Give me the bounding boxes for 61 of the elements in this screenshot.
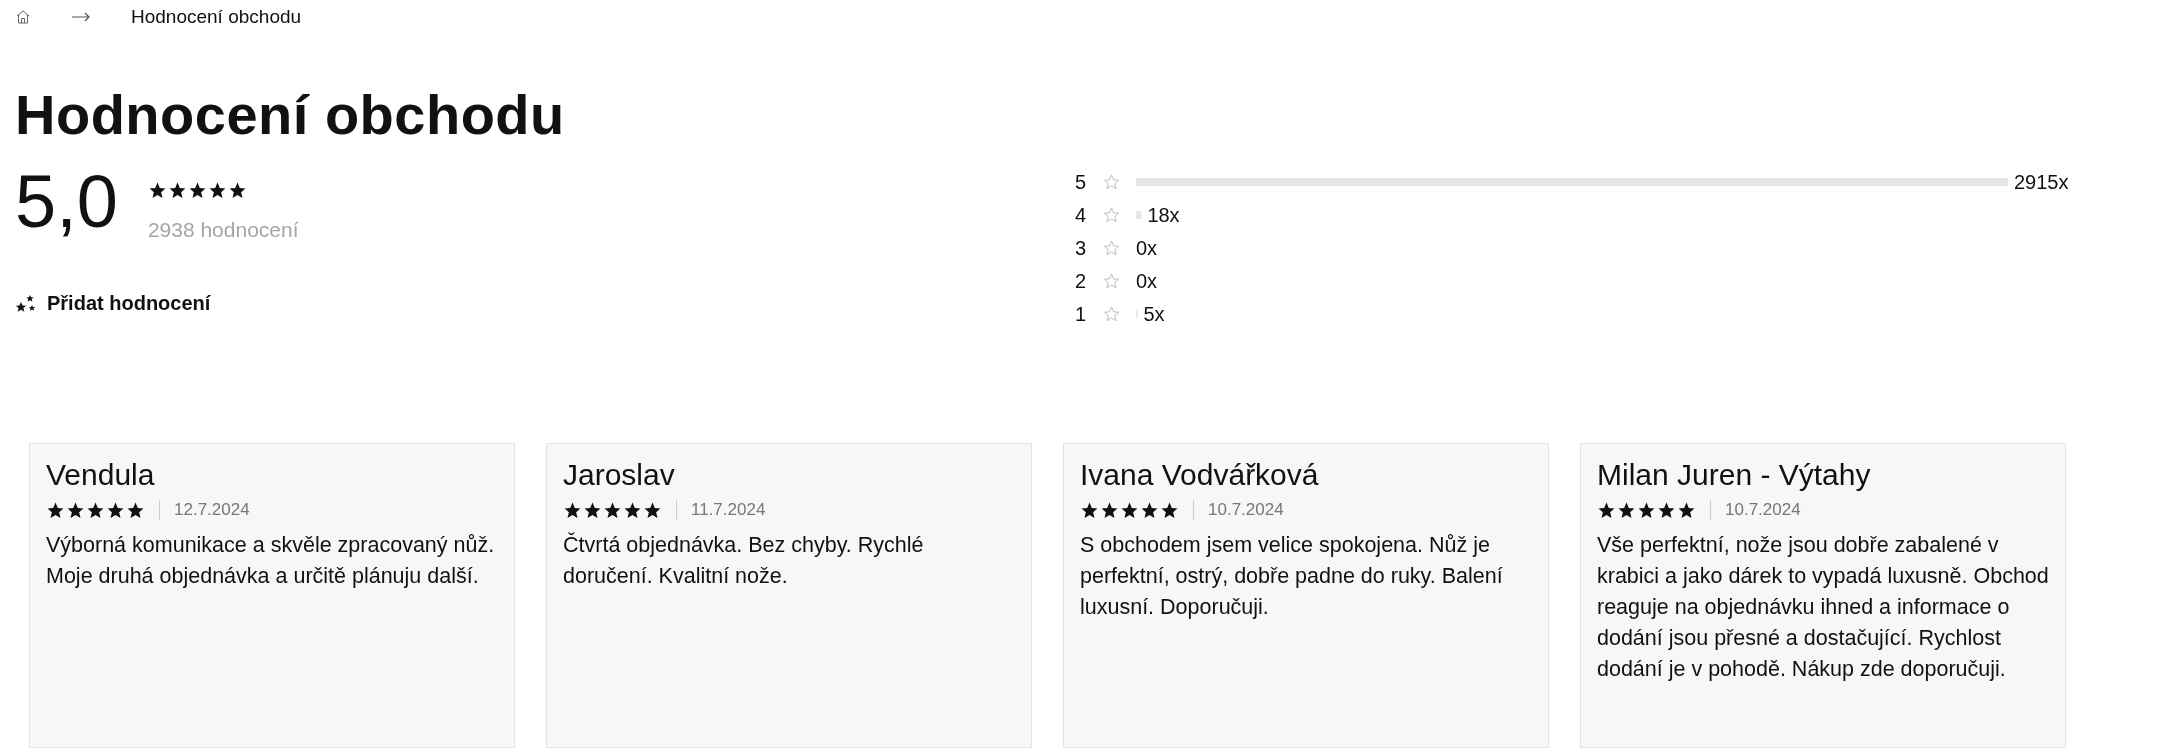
star-icon [1103, 306, 1120, 322]
review-text: Výborná komunikace a skvěle zpracovaný nůž. Moje druhá objednávka a určitě plánuju další. [46, 532, 496, 590]
home-icon[interactable] [15, 9, 31, 25]
star-icon [1103, 174, 1120, 190]
rating-count: 2938 hodnocení [147, 218, 299, 242]
page-title: Hodnocení obchodu [15, 82, 566, 147]
review-date: 11.7.2024 [691, 500, 766, 520]
rating-value: 2 [1075, 270, 1087, 292]
rating-value: 4 [1075, 204, 1087, 226]
rating-count: 2915x [2014, 171, 2069, 193]
star-icon [46, 500, 65, 520]
star-icon [1677, 500, 1696, 520]
review-text: S obchodem jsem velice spokojena. Nůž je perfektní, ostrý, dobře padne do ruky. Balení luxusní. Doporučuji. [1080, 532, 1504, 621]
star-icon [1103, 207, 1120, 223]
star-icon [167, 181, 187, 200]
reviewer-name: Milan Juren - Výtahy [1597, 458, 1872, 492]
star-icon [66, 500, 85, 520]
star-icon [1597, 500, 1616, 520]
review-text: Vše perfektní, nože jsou dobře zabalené v krabici a jako dárek to vypadá luxusně. Obchod reaguje na objednávku ihned a informace o dodání jsou přesné a dostačující. Rychlost dodání je v pohodě. Nákup zde doporučuji. [1597, 532, 2049, 683]
star-icon [187, 181, 207, 200]
average-score: 5,0 [15, 165, 118, 239]
reviewer-name: Jaroslav [563, 458, 676, 492]
rating-value: 3 [1075, 237, 1087, 259]
review-date: 10.7.2024 [1725, 500, 1801, 520]
star-icon [563, 500, 582, 520]
stars-icon [15, 293, 37, 314]
add-rating-link[interactable]: Přidat hodnocení [15, 292, 211, 315]
star-icon [1657, 500, 1676, 520]
star-icon [147, 181, 167, 200]
star-icon [603, 500, 622, 520]
star-icon [1080, 500, 1099, 520]
star-icon [86, 500, 105, 520]
star-icon [1100, 500, 1119, 520]
star-icon [1160, 500, 1179, 520]
star-icon [1103, 240, 1120, 256]
breadcrumb-current: Hodnocení obchodu [131, 6, 302, 28]
rating-bar [1136, 211, 1142, 219]
star-icon [1120, 500, 1139, 520]
star-icon [207, 181, 227, 200]
rating-count: 18x [1147, 204, 1180, 226]
rating-value: 1 [1075, 303, 1087, 325]
rating-count: 0x [1136, 237, 1158, 259]
star-icon [1617, 500, 1636, 520]
rating-count: 0x [1136, 270, 1158, 292]
rating-count: 5x [1143, 303, 1165, 325]
star-icon [1140, 500, 1159, 520]
star-icon [643, 500, 662, 520]
star-icon [126, 500, 145, 520]
star-icon [1103, 273, 1120, 289]
star-icon [623, 500, 642, 520]
star-icon [583, 500, 602, 520]
reviewer-name: Vendula [46, 458, 156, 492]
arrow-icon [71, 12, 91, 22]
review-date: 12.7.2024 [174, 500, 250, 520]
review-text: Čtvrtá objednávka. Bez chyby. Rychlé doručení. Kvalitní nože. [563, 531, 925, 590]
rating-value: 5 [1075, 171, 1087, 193]
star-icon [1637, 500, 1656, 520]
star-icon [106, 500, 125, 520]
star-icon [227, 181, 247, 200]
review-date: 10.7.2024 [1208, 500, 1284, 520]
reviewer-name: Ivana Vodvářková [1080, 458, 1320, 492]
